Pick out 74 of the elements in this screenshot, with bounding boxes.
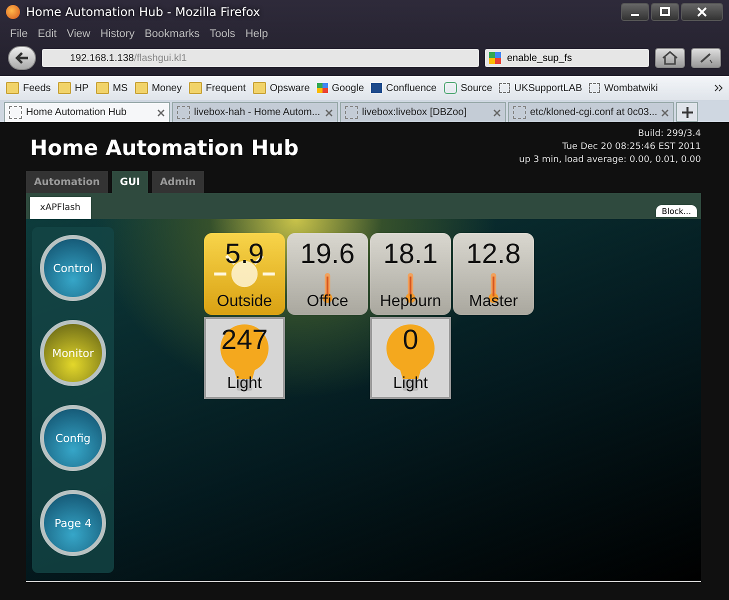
address-field[interactable]: 192.168.1.138/flashgui.kl1 [42,49,479,67]
bookmark-item[interactable]: Opsware [252,82,310,94]
home-button[interactable] [655,48,685,68]
minimize-button[interactable] [621,3,649,21]
tile-label: Light [393,375,428,393]
tile-value: 19.6 [300,239,355,269]
sensor-tile[interactable]: 19.6 Office [287,233,368,315]
bookmark-item[interactable]: Google [316,82,364,94]
tile-label: Outside [216,293,272,311]
back-button[interactable] [8,46,36,70]
close-icon [697,7,707,17]
menu-item[interactable]: View [66,28,90,40]
menu-item[interactable]: Bookmarks [144,28,200,40]
bookmark-item[interactable]: Frequent [188,82,246,94]
tile-label: Light [227,375,262,393]
maximize-button[interactable] [651,3,679,21]
page-tab[interactable]: GUI [112,171,148,193]
chevron-icon[interactable] [714,84,723,92]
tile-label: Office [306,293,348,311]
browser-tab[interactable]: livebox-hah - Home Autom... [172,102,338,122]
home-icon [662,51,678,65]
subtab[interactable]: xAPFlash [30,197,90,219]
nav-button[interactable]: Page 4 [40,490,106,556]
tile-label: Master [469,293,518,311]
bookmark-item[interactable]: MS [96,82,128,94]
sensor-tile[interactable]: 0 Light [370,317,451,399]
close-icon [325,108,333,116]
status-text: up 3 min, load average: 0.00, 0.01, 0.00 [519,154,701,167]
minimize-icon [631,14,639,16]
plus-icon [682,106,692,118]
bookmark-item[interactable]: UKSupportLAB [499,82,582,94]
tools-button[interactable] [691,48,721,68]
bookmark-item[interactable]: Confluence [371,82,437,94]
tile-value: 247 [221,325,268,355]
browser-tab[interactable]: Home Automation Hub [4,102,170,122]
tile-value: 18.1 [383,239,438,269]
menu-item[interactable]: File [10,28,28,40]
new-tab-button[interactable] [676,102,698,122]
close-icon [661,108,669,116]
firefox-icon [6,5,20,19]
status-text: Build: 299/3.4 [638,128,701,141]
bookmark-item[interactable]: Source [444,82,492,94]
page-tab[interactable]: Admin [152,171,204,193]
sensor-tile[interactable]: 18.1 Hepburn [370,233,451,315]
tile-value: 0 [402,325,418,355]
browser-tab[interactable]: etc/kloned-cgi.conf at 0c03... [508,102,674,122]
search-field[interactable]: enable_sup_fs [485,49,649,67]
sensor-tile[interactable]: 12.8 Master [453,233,534,315]
block-button[interactable]: Block... [656,205,697,217]
tile-value: 5.9 [225,239,264,269]
maximize-icon [660,7,670,17]
page-tab[interactable]: Automation [26,171,108,193]
window-title: Home Automation Hub - Mozilla Firefox [26,5,260,19]
tile-value: 12.8 [466,239,521,269]
page-title: Home Automation Hub [30,136,299,162]
bookmark-item[interactable]: Wombatwiki [589,82,658,94]
bookmark-item[interactable]: Feeds [6,82,51,94]
close-icon [157,108,165,116]
nav-button[interactable]: Config [40,405,106,471]
tile-label: Hepburn [380,293,442,311]
close-button[interactable] [681,3,723,21]
nav-button[interactable]: Control [40,235,106,301]
menu-item[interactable]: Edit [38,28,57,40]
menu-item[interactable]: History [100,28,135,40]
status-text: Tue Dec 20 08:25:46 EST 2011 [562,141,701,154]
menu-item[interactable]: Help [245,28,268,40]
bookmark-item[interactable]: HP [58,82,89,94]
back-arrow-icon [15,52,29,64]
wrench-icon [698,51,714,65]
sensor-tile[interactable]: 247 Light [204,317,285,399]
bookmark-item[interactable]: Money [134,82,182,94]
menu-item[interactable]: Tools [210,28,236,40]
close-icon [493,108,501,116]
browser-tab[interactable]: livebox:livebox [DBZoo] [340,102,506,122]
